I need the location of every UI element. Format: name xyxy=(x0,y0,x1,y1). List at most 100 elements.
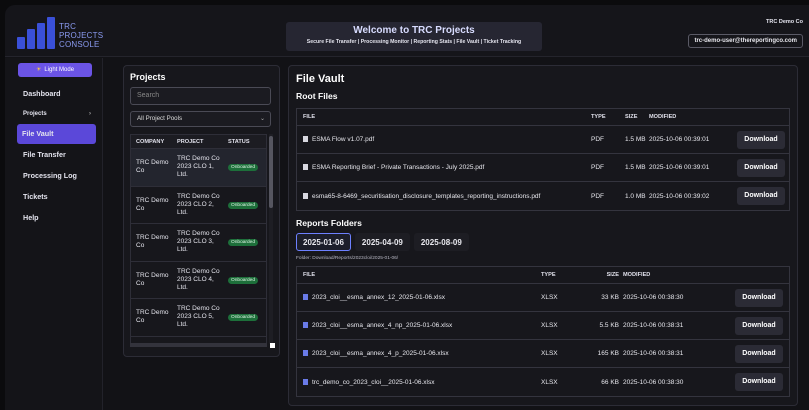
file-name-text: ESMA Reporting Brief - Private Transacti… xyxy=(312,164,485,171)
top-bar: TRC PROJECTS CONSOLE Welcome to TRC Proj… xyxy=(5,5,809,57)
sidebar-item-file-vault[interactable]: File Vault xyxy=(17,124,96,144)
column-header: FILE xyxy=(303,114,316,120)
project-pool-select[interactable]: All Project Pools ⌄ xyxy=(130,111,271,127)
sidebar-item-tickets[interactable]: Tickets xyxy=(18,187,97,207)
file-size: 5.5 KB xyxy=(599,322,619,329)
projects-title: Projects xyxy=(130,72,166,82)
folder-tabs: 2025-01-06 2025-04-09 2025-08-09 xyxy=(296,233,469,251)
logo-bars-icon xyxy=(17,17,55,49)
project-company: TRC Demo Co xyxy=(136,234,169,250)
project-pool-value: All Project Pools xyxy=(137,115,183,122)
folder-tab[interactable]: 2025-04-09 xyxy=(354,233,410,251)
table-row: ESMA Reporting Brief - Private Transacti… xyxy=(297,154,789,182)
reports-folders-title: Reports Folders xyxy=(296,218,362,228)
horizontal-scrollbar[interactable] xyxy=(130,343,267,347)
column-header[interactable]: PROJECT xyxy=(173,138,225,146)
sidebar-item-label: File Vault xyxy=(22,129,54,138)
file-size: 165 KB xyxy=(597,350,619,357)
project-row[interactable]: TRC Demo Co TRC Demo Co 2023 CLO 4, Ltd.… xyxy=(131,262,266,299)
column-header: SIZE xyxy=(606,272,619,278)
file-name: 2023_cloi__esma_annex_4_np_2025-01-06.xl… xyxy=(297,322,541,329)
file-size: 1.5 MB xyxy=(625,164,646,171)
file-type: PDF xyxy=(591,192,604,200)
status-badge: Onboarded xyxy=(228,314,259,322)
vault-title: File Vault xyxy=(296,73,345,85)
download-button[interactable]: Download xyxy=(735,344,783,363)
file-type: XLSX xyxy=(541,378,558,386)
sidebar-item-projects[interactable]: Projects › xyxy=(18,104,97,124)
sidebar-item-label: Dashboard xyxy=(23,89,61,98)
sidebar-item-help[interactable]: Help xyxy=(18,208,97,228)
file-type: XLSX xyxy=(541,294,558,301)
file-name-text: esma65-8-6469_securitisation_disclosure_… xyxy=(312,192,541,200)
spreadsheet-icon xyxy=(303,322,308,328)
column-header: FILE xyxy=(303,272,316,278)
download-button[interactable]: Download xyxy=(735,373,783,391)
banner-title: Welcome to TRC Projects xyxy=(353,25,475,36)
sidebar-item-dashboard[interactable]: Dashboard xyxy=(18,84,97,104)
file-name: esma65-8-6469_securitisation_disclosure_… xyxy=(297,192,591,200)
sidebar-item-label: Processing Log xyxy=(23,171,77,180)
file-name-text: 2023_cloi__esma_annex_12_2025-01-06.xlsx xyxy=(312,294,445,301)
column-header: MODIFIED xyxy=(649,114,677,120)
column-header[interactable]: COMPANY xyxy=(131,138,173,146)
status-badge: Onboarded xyxy=(228,276,259,284)
project-name: TRC Demo Co 2023 CLO 3, Ltd. xyxy=(177,230,220,254)
folder-tab[interactable]: 2025-01-06 xyxy=(296,233,351,251)
root-files-title: Root Files xyxy=(296,91,338,101)
file-modified: 2025-10-06 00:38:30 xyxy=(623,378,684,386)
resize-handle[interactable] xyxy=(270,343,275,348)
project-row[interactable]: TRC Demo Co TRC Demo Co 2023 CLO 3, Ltd.… xyxy=(131,224,266,262)
project-search-input[interactable]: Search xyxy=(130,87,271,105)
table-header: FILE TYPE SIZE MODIFIED xyxy=(297,267,789,284)
file-modified: 2025-10-06 00:39:01 xyxy=(649,164,710,171)
table-row: 2023_cloi__esma_annex_4_p_2025-01-06.xls… xyxy=(297,340,789,368)
file-name: trc_demo_co_2023_cloi__2025-01-06.xlsx xyxy=(297,378,541,386)
download-button[interactable]: Download xyxy=(737,187,785,205)
logo-line: TRC xyxy=(59,22,77,31)
user-menu-button[interactable]: trc-demo-user@thereportingco.com xyxy=(688,34,803,48)
download-button[interactable]: Download xyxy=(735,316,783,335)
table-header: FILE TYPE SIZE MODIFIED xyxy=(297,109,789,126)
file-name: 2023_cloi__esma_annex_4_p_2025-01-06.xls… xyxy=(297,350,541,357)
download-button[interactable]: Download xyxy=(737,158,785,177)
project-row[interactable]: TRC Demo Co TRC Demo Co 2023 CLO 1, Ltd.… xyxy=(131,149,266,187)
chevron-down-icon: ⌄ xyxy=(259,116,265,122)
file-type: XLSX xyxy=(541,322,558,329)
file-name: ESMA Flow v1.07.pdf xyxy=(297,136,591,143)
file-size: 33 KB xyxy=(601,294,619,301)
column-header: TYPE xyxy=(541,272,556,278)
company-name: TRC Demo Co xyxy=(766,19,803,25)
file-name-text: 2023_cloi__esma_annex_4_p_2025-01-06.xls… xyxy=(312,350,449,357)
project-name: TRC Demo Co 2023 CLO 2, Ltd. xyxy=(177,192,220,216)
column-header[interactable]: STATUS xyxy=(225,139,266,145)
sun-icon: ☀ xyxy=(35,67,42,73)
table-row: 2023_cloi__esma_annex_12_2025-01-06.xlsx… xyxy=(297,284,789,312)
project-name: TRC Demo Co 2023 CLO 4, Ltd. xyxy=(177,267,220,291)
file-name-text: 2023_cloi__esma_annex_4_np_2025-01-06.xl… xyxy=(312,322,453,329)
table-row: 2023_cloi__esma_annex_4_np_2025-01-06.xl… xyxy=(297,312,789,340)
sidebar: ☀ Light Mode Dashboard Projects › File Vau… xyxy=(5,58,103,410)
project-row[interactable]: TRC Demo Co TRC Demo Co 2023 CLO 2, Ltd.… xyxy=(131,187,266,224)
table-row: esma65-8-6469_securitisation_disclosure_… xyxy=(297,182,789,210)
sidebar-item-label: Tickets xyxy=(23,192,48,201)
project-name: TRC Demo Co 2023 CLO 5, Ltd. xyxy=(177,305,220,329)
table-header: COMPANY PROJECT STATUS xyxy=(131,135,266,149)
folder-tab[interactable]: 2025-08-09 xyxy=(413,233,469,251)
file-type: PDF xyxy=(591,136,604,143)
download-button[interactable]: Download xyxy=(735,288,783,307)
file-size: 1.5 MB xyxy=(625,136,646,143)
sidebar-item-file-transfer[interactable]: File Transfer xyxy=(18,145,97,165)
status-badge: Onboarded xyxy=(228,201,259,209)
spreadsheet-icon xyxy=(303,350,308,356)
document-icon xyxy=(303,192,308,199)
project-row[interactable]: TRC Demo Co TRC Demo Co 2023 CLO 5, Ltd.… xyxy=(131,299,266,337)
sidebar-item-processing-log[interactable]: Processing Log xyxy=(18,166,97,186)
download-button[interactable]: Download xyxy=(737,130,785,149)
file-name: ESMA Reporting Brief - Private Transacti… xyxy=(297,164,591,171)
light-mode-button[interactable]: ☀ Light Mode xyxy=(18,63,92,77)
light-mode-label: Light Mode xyxy=(44,67,75,73)
file-type: PDF xyxy=(591,164,604,171)
scrollbar-thumb[interactable] xyxy=(269,136,273,208)
banner-subtitle: Secure File Transfer | Processing Monito… xyxy=(306,39,522,45)
